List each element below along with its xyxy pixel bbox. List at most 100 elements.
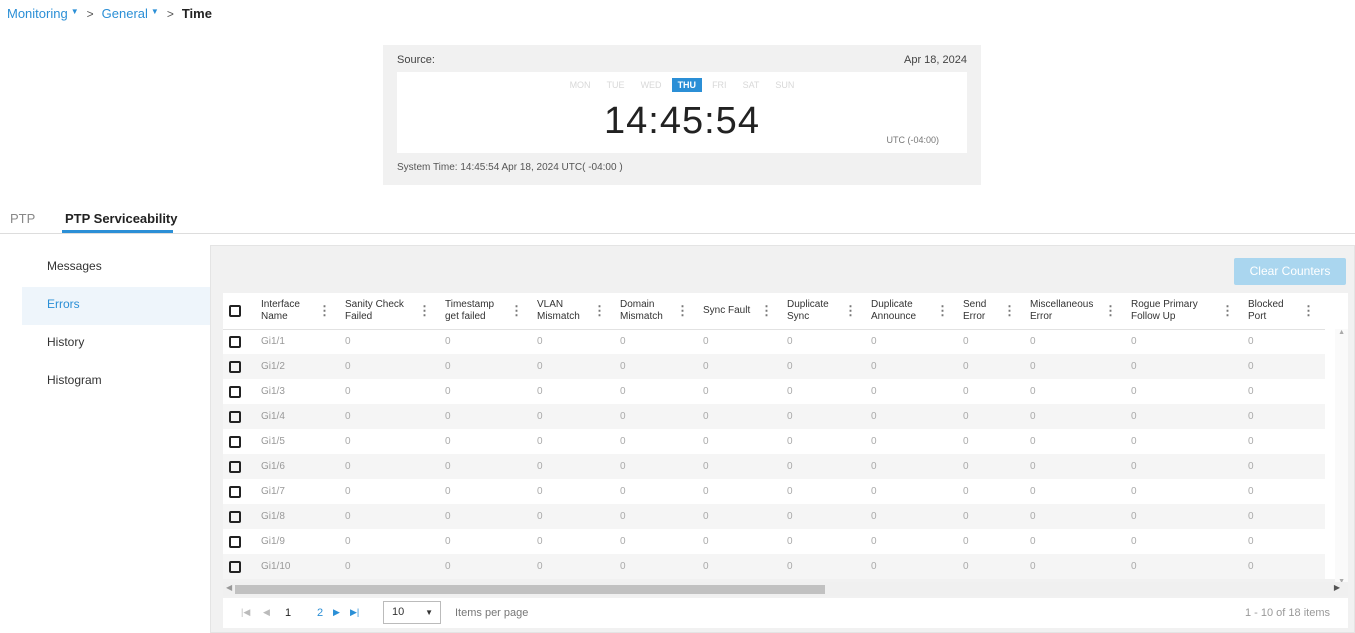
column-header[interactable]: Sanity Check Failed ⋮ bbox=[341, 293, 441, 330]
tab-ptp[interactable]: PTP bbox=[10, 211, 35, 226]
counter-cell: 0 bbox=[345, 536, 351, 547]
column-header[interactable]: Send Error ⋮ bbox=[959, 293, 1026, 330]
counter-cell: 0 bbox=[341, 504, 441, 529]
column-header-line2: Failed bbox=[345, 310, 373, 322]
page-1[interactable]: 1 bbox=[285, 607, 291, 619]
column-menu-icon[interactable]: ⋮ bbox=[760, 303, 773, 319]
column-menu-icon[interactable]: ⋮ bbox=[1104, 303, 1117, 319]
column-header[interactable]: Miscellaneous Error ⋮ bbox=[1026, 293, 1127, 330]
table-row[interactable]: Gi1/6 0 0 0 0 0 0 0 0 0 0 0 bbox=[223, 454, 1325, 479]
chevron-right-icon: > bbox=[166, 6, 174, 21]
nav-item-errors[interactable]: Errors bbox=[22, 287, 210, 325]
last-page-icon[interactable]: ▶| bbox=[350, 607, 359, 618]
counter-cell: 0 bbox=[1131, 436, 1137, 447]
column-menu-icon[interactable]: ⋮ bbox=[1302, 303, 1315, 319]
counter-cell: 0 bbox=[783, 554, 867, 579]
page-2[interactable]: 2 bbox=[317, 607, 323, 619]
column-header-line1: Duplicate bbox=[787, 298, 829, 310]
column-menu-icon[interactable]: ⋮ bbox=[418, 303, 431, 319]
nav-item-histogram[interactable]: Histogram bbox=[22, 363, 210, 401]
counter-cell: 0 bbox=[620, 386, 626, 397]
tab-bar: PTP PTP Serviceability bbox=[0, 205, 1355, 234]
row-checkbox[interactable] bbox=[229, 460, 241, 473]
column-header[interactable]: Interface Name ⋮ bbox=[257, 293, 341, 330]
row-checkbox[interactable] bbox=[229, 485, 241, 498]
breadcrumb-monitoring[interactable]: Monitoring bbox=[7, 6, 68, 21]
prev-page-icon[interactable]: ◀ bbox=[263, 607, 270, 618]
row-checkbox[interactable] bbox=[229, 335, 241, 348]
counter-cell: 0 bbox=[620, 486, 626, 497]
column-header[interactable]: Rogue Primary Follow Up ⋮ bbox=[1127, 293, 1244, 330]
horizontal-scrollbar[interactable]: ◀ ▶ bbox=[223, 582, 1348, 596]
day-thu: THU bbox=[671, 78, 703, 92]
errors-table: Interface Name ⋮ Sanity Check Failed ⋮ Timesta… bbox=[223, 293, 1325, 579]
tab-ptp-serviceability[interactable]: PTP Serviceability bbox=[65, 211, 178, 226]
table-row[interactable]: Gi1/4 0 0 0 0 0 0 0 0 0 0 0 bbox=[223, 404, 1325, 429]
counter-cell: 0 bbox=[703, 536, 709, 547]
column-menu-icon[interactable]: ⋮ bbox=[676, 303, 689, 319]
column-menu-icon[interactable]: ⋮ bbox=[318, 303, 331, 319]
column-header[interactable]: Timestamp get failed ⋮ bbox=[441, 293, 533, 330]
table-row[interactable]: Gi1/8 0 0 0 0 0 0 0 0 0 0 0 bbox=[223, 504, 1325, 529]
scroll-up-icon[interactable]: ▲ bbox=[1338, 329, 1345, 336]
counter-cell: 0 bbox=[1244, 454, 1325, 479]
row-checkbox[interactable] bbox=[229, 435, 241, 448]
nav-item-messages[interactable]: Messages bbox=[22, 249, 210, 287]
row-checkbox[interactable] bbox=[229, 535, 241, 548]
row-checkbox[interactable] bbox=[229, 410, 241, 423]
table-row[interactable]: Gi1/5 0 0 0 0 0 0 0 0 0 0 0 bbox=[223, 429, 1325, 454]
counter-cell: 0 bbox=[533, 404, 616, 429]
nav-item-history[interactable]: History bbox=[22, 325, 210, 363]
column-menu-icon[interactable]: ⋮ bbox=[593, 303, 606, 319]
horizontal-scroll-thumb[interactable] bbox=[235, 585, 825, 594]
row-checkbox[interactable] bbox=[229, 510, 241, 523]
table-row[interactable]: Gi1/9 0 0 0 0 0 0 0 0 0 0 0 bbox=[223, 529, 1325, 554]
column-header[interactable]: Duplicate Announce ⋮ bbox=[867, 293, 959, 330]
caret-down-icon[interactable]: ▼ bbox=[151, 7, 159, 16]
select-all-cell bbox=[223, 293, 257, 330]
day-sun: SUN bbox=[775, 80, 795, 90]
row-select-cell bbox=[223, 329, 257, 354]
counter-cell: 0 bbox=[620, 436, 626, 447]
table-row[interactable]: Gi1/10 0 0 0 0 0 0 0 0 0 0 0 bbox=[223, 554, 1325, 579]
current-date: Apr 18, 2024 bbox=[904, 54, 967, 66]
counter-cell: 0 bbox=[783, 454, 867, 479]
column-menu-icon[interactable]: ⋮ bbox=[936, 303, 949, 319]
counter-cell: 0 bbox=[441, 504, 533, 529]
scroll-left-icon[interactable]: ◀ bbox=[226, 583, 232, 592]
table-row[interactable]: Gi1/1 0 0 0 0 0 0 0 0 0 0 0 bbox=[223, 329, 1325, 354]
first-page-icon[interactable]: |◀ bbox=[241, 607, 250, 618]
row-checkbox[interactable] bbox=[229, 385, 241, 398]
counter-cell: 0 bbox=[959, 454, 1026, 479]
column-header-line2: Port bbox=[1248, 310, 1267, 322]
counter-cell: 0 bbox=[1127, 354, 1244, 379]
day-tue: TUE bbox=[606, 80, 625, 90]
breadcrumb-current: Time bbox=[181, 6, 212, 21]
column-header-line2: Follow Up bbox=[1131, 310, 1176, 322]
column-header[interactable]: Sync Fault ⋮ bbox=[699, 293, 783, 330]
table-row[interactable]: Gi1/3 0 0 0 0 0 0 0 0 0 0 0 bbox=[223, 379, 1325, 404]
column-menu-icon[interactable]: ⋮ bbox=[844, 303, 857, 319]
table-row[interactable]: Gi1/2 0 0 0 0 0 0 0 0 0 0 0 bbox=[223, 354, 1325, 379]
counter-cell: 0 bbox=[616, 454, 699, 479]
caret-down-icon[interactable]: ▼ bbox=[71, 7, 79, 16]
clear-counters-button[interactable]: Clear Counters bbox=[1234, 258, 1346, 285]
column-menu-icon[interactable]: ⋮ bbox=[510, 303, 523, 319]
column-menu-icon[interactable]: ⋮ bbox=[1221, 303, 1234, 319]
column-header-line1: Timestamp bbox=[445, 298, 495, 310]
column-menu-icon[interactable]: ⋮ bbox=[1003, 303, 1016, 319]
items-per-page-select[interactable]: 10 ▼ bbox=[383, 601, 441, 624]
breadcrumb-general[interactable]: General bbox=[102, 6, 148, 21]
table-body: Gi1/1 0 0 0 0 0 0 0 0 0 0 0 Gi1/2 0 0 0 0 0 0 0 0 0 0 0 Gi1/3 0 0 0… bbox=[223, 329, 1325, 579]
table-row[interactable]: Gi1/7 0 0 0 0 0 0 0 0 0 0 0 bbox=[223, 479, 1325, 504]
column-header[interactable]: Blocked Port ⋮ bbox=[1244, 293, 1325, 330]
vertical-scrollbar[interactable]: ▲ ▼ bbox=[1335, 329, 1348, 585]
scroll-right-icon[interactable]: ▶ bbox=[1334, 583, 1340, 592]
column-header[interactable]: Domain Mismatch ⋮ bbox=[616, 293, 699, 330]
select-all-checkbox[interactable] bbox=[229, 304, 241, 317]
row-checkbox[interactable] bbox=[229, 560, 241, 573]
column-header[interactable]: Duplicate Sync ⋮ bbox=[783, 293, 867, 330]
column-header[interactable]: VLAN Mismatch ⋮ bbox=[533, 293, 616, 330]
next-page-icon[interactable]: ▶ bbox=[333, 607, 340, 618]
row-checkbox[interactable] bbox=[229, 360, 241, 373]
